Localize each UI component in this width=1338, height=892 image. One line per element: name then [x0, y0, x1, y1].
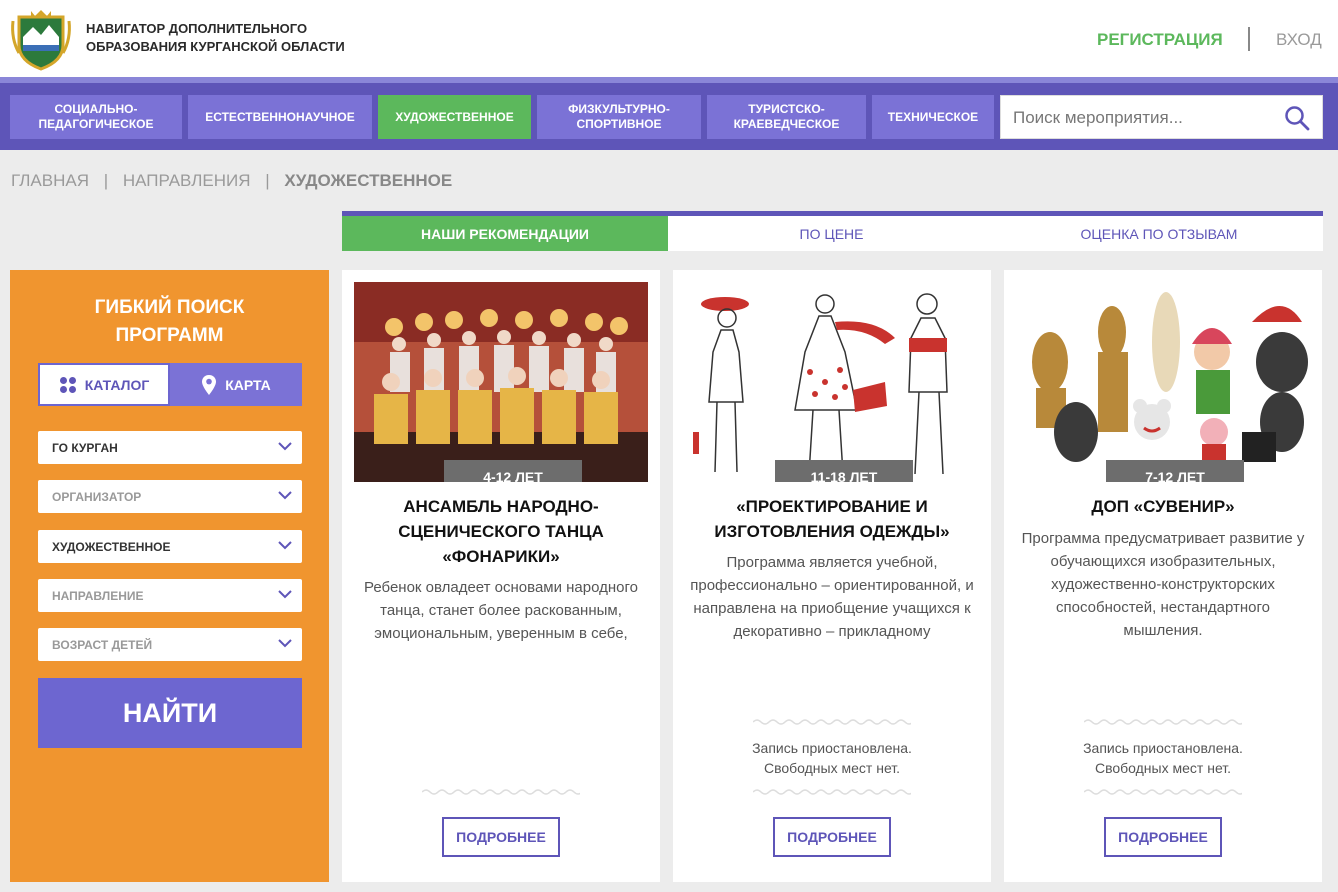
breadcrumb-current: ХУДОЖЕСТВЕННОЕ [284, 171, 453, 190]
map-toggle-button[interactable]: КАРТА [170, 363, 302, 406]
site-title-line-2: ОБРАЗОВАНИЯ КУРГАНСКОЙ ОБЛАСТИ [86, 39, 345, 54]
search-box [1000, 95, 1323, 139]
nav-item-label: краеведческое [733, 117, 840, 131]
details-button[interactable]: ПОДРОБНЕЕ [773, 817, 891, 857]
chevron-down-icon [278, 590, 292, 599]
breadcrumb-home[interactable]: ГЛАВНАЯ [11, 171, 89, 190]
status-line: Свободных мест нет. [1094, 760, 1232, 776]
nav-item-artistic[interactable]: Художественное [378, 95, 531, 139]
program-photo-dance-ensemble[interactable]: 4-12 ЛЕТ [354, 282, 648, 482]
select-value: ХУДОЖЕСТВЕННОЕ [52, 539, 171, 554]
chevron-down-icon [278, 491, 292, 500]
view-toggle: КАТАЛОГ КАРТА [38, 363, 302, 406]
program-card: 7-12 ЛЕТ ДОП «Сувенир» Программа предусм… [1004, 270, 1322, 882]
select-value: НАПРАВЛЕНИЕ [52, 588, 144, 603]
search-input[interactable] [1013, 106, 1273, 130]
wave-divider [422, 789, 580, 795]
nav-item-label: Естественнонаучное [205, 109, 355, 124]
program-card: 11-18 ЛЕТ «Проектирование и изготовления… [673, 270, 991, 882]
program-card: 4-12 ЛЕТ Ансамбль народно-сценического т… [342, 270, 660, 882]
nav-item-label: Туристско- [748, 102, 825, 116]
nav-item-natural-science[interactable]: Естественнонаучное [188, 95, 372, 139]
panel-title: ГИБКИЙ ПОИСК ПРОГРАММ [10, 294, 329, 350]
catalog-label: КАТАЛОГ [84, 376, 150, 393]
city-select[interactable]: ГО КУРГАН [38, 431, 302, 464]
nav-item-technical[interactable]: Техническое [872, 95, 994, 139]
program-title[interactable]: Ансамбль народно-сценического танца «Фон… [360, 494, 642, 569]
program-description: Ребенок овладеет основами народного танц… [364, 579, 638, 642]
age-select[interactable]: ВОЗРАСТ ДЕТЕЙ [38, 628, 302, 661]
tab-by-price[interactable]: ПО ЦЕНЕ [668, 216, 995, 251]
program-photo-souvenirs[interactable]: 7-12 ЛЕТ [1016, 282, 1310, 482]
program-title[interactable]: «Проектирование и изготовления одежды» [691, 494, 973, 544]
age-badge: 11-18 ЛЕТ [775, 460, 913, 482]
site-title[interactable]: НАВИГАТОР ДОПОЛНИТЕЛЬНОГО ОБРАЗОВАНИЯ КУ… [86, 20, 406, 56]
wave-divider [753, 719, 911, 725]
status-line: Запись приостановлена. [1083, 740, 1243, 756]
status-line: Свободных мест нет. [763, 760, 901, 776]
map-label: КАРТА [225, 376, 271, 393]
nav-item-label: спортивное [576, 117, 662, 131]
nav-item-sports[interactable]: Физкультурно-спортивное [537, 95, 701, 139]
nav-item-label: Социально- [54, 102, 138, 116]
select-value: ГО КУРГАН [52, 440, 118, 455]
breadcrumb: ГЛАВНАЯ | НАПРАВЛЕНИЯ | ХУДОЖЕСТВЕННОЕ [11, 171, 452, 191]
chevron-down-icon [278, 639, 292, 648]
category-nav: Социально-педагогическое Естественнонауч… [0, 83, 1338, 150]
chevron-down-icon [278, 541, 292, 550]
flexible-search-panel: ГИБКИЙ ПОИСК ПРОГРАММ КАТАЛОГ КАРТА ГО К… [10, 270, 329, 882]
details-button[interactable]: ПОДРОБНЕЕ [442, 817, 560, 857]
nav-item-tourism[interactable]: Туристско-краеведческое [707, 95, 866, 139]
wave-divider [1084, 789, 1242, 795]
program-description: Программа является учебной, профессионал… [690, 554, 974, 640]
age-badge: 7-12 ЛЕТ [1106, 460, 1244, 482]
enrollment-status: Запись приостановлена. Свободных мест не… [687, 738, 977, 778]
nav-item-label: Физкультурно- [568, 102, 670, 116]
details-button[interactable]: ПОДРОБНЕЕ [1104, 817, 1222, 857]
program-title[interactable]: ДОП «Сувенир» [1022, 494, 1304, 519]
tab-by-rating[interactable]: ОЦЕНКА ПО ОТЗЫВАМ [995, 216, 1323, 251]
nav-item-label: Техническое [887, 109, 979, 124]
direction-select[interactable]: НАПРАВЛЕНИЕ [38, 579, 302, 612]
catalog-toggle-button[interactable]: КАТАЛОГ [38, 363, 170, 406]
nav-item-label: педагогическое [38, 117, 154, 131]
breadcrumb-separator: | [265, 171, 270, 190]
age-badge: 4-12 ЛЕТ [444, 460, 582, 482]
chevron-down-icon [278, 442, 292, 451]
sort-tabs: НАШИ РЕКОМЕНДАЦИИ ПО ЦЕНЕ ОЦЕНКА ПО ОТЗЫ… [342, 211, 1323, 251]
panel-title-line-2: ПРОГРАММ [115, 325, 224, 346]
program-photo-fashion-sketch[interactable]: 11-18 ЛЕТ [685, 282, 979, 482]
coat-of-arms-logo[interactable] [9, 7, 73, 71]
nav-item-label: Художественное [395, 109, 514, 124]
tab-recommendations[interactable]: НАШИ РЕКОМЕНДАЦИИ [342, 216, 668, 251]
select-value: ВОЗРАСТ ДЕТЕЙ [52, 637, 153, 652]
breadcrumb-separator: | [103, 171, 109, 190]
search-icon[interactable] [1284, 105, 1310, 131]
enrollment-status: Запись приостановлена. Свободных мест не… [1018, 738, 1308, 778]
map-pin-icon [202, 374, 217, 395]
nav-item-social-pedagogical[interactable]: Социально-педагогическое [10, 95, 182, 139]
select-value: ОРГАНИЗАТОР [52, 489, 142, 504]
wave-divider [1084, 719, 1242, 725]
focus-select[interactable]: ХУДОЖЕСТВЕННОЕ [38, 530, 302, 563]
site-title-line-1: НАВИГАТОР ДОПОЛНИТЕЛЬНОГО [86, 21, 308, 36]
register-link[interactable]: РЕГИСТРАЦИЯ [1097, 30, 1223, 50]
find-button[interactable]: НАЙТИ [38, 678, 302, 748]
breadcrumb-section[interactable]: НАПРАВЛЕНИЯ [123, 171, 251, 190]
organizer-select[interactable]: ОРГАНИЗАТОР [38, 480, 302, 513]
program-description: Программа предусматривает развитие у обу… [1021, 530, 1305, 639]
status-line: Запись приостановлена. [752, 740, 912, 756]
header-divider [1248, 27, 1250, 51]
wave-divider [753, 789, 911, 795]
grid-icon [59, 376, 76, 393]
site-header: НАВИГАТОР ДОПОЛНИТЕЛЬНОГО ОБРАЗОВАНИЯ КУ… [0, 0, 1338, 77]
login-link[interactable]: ВХОД [1276, 30, 1322, 50]
panel-title-line-1: ГИБКИЙ ПОИСК [94, 297, 245, 318]
